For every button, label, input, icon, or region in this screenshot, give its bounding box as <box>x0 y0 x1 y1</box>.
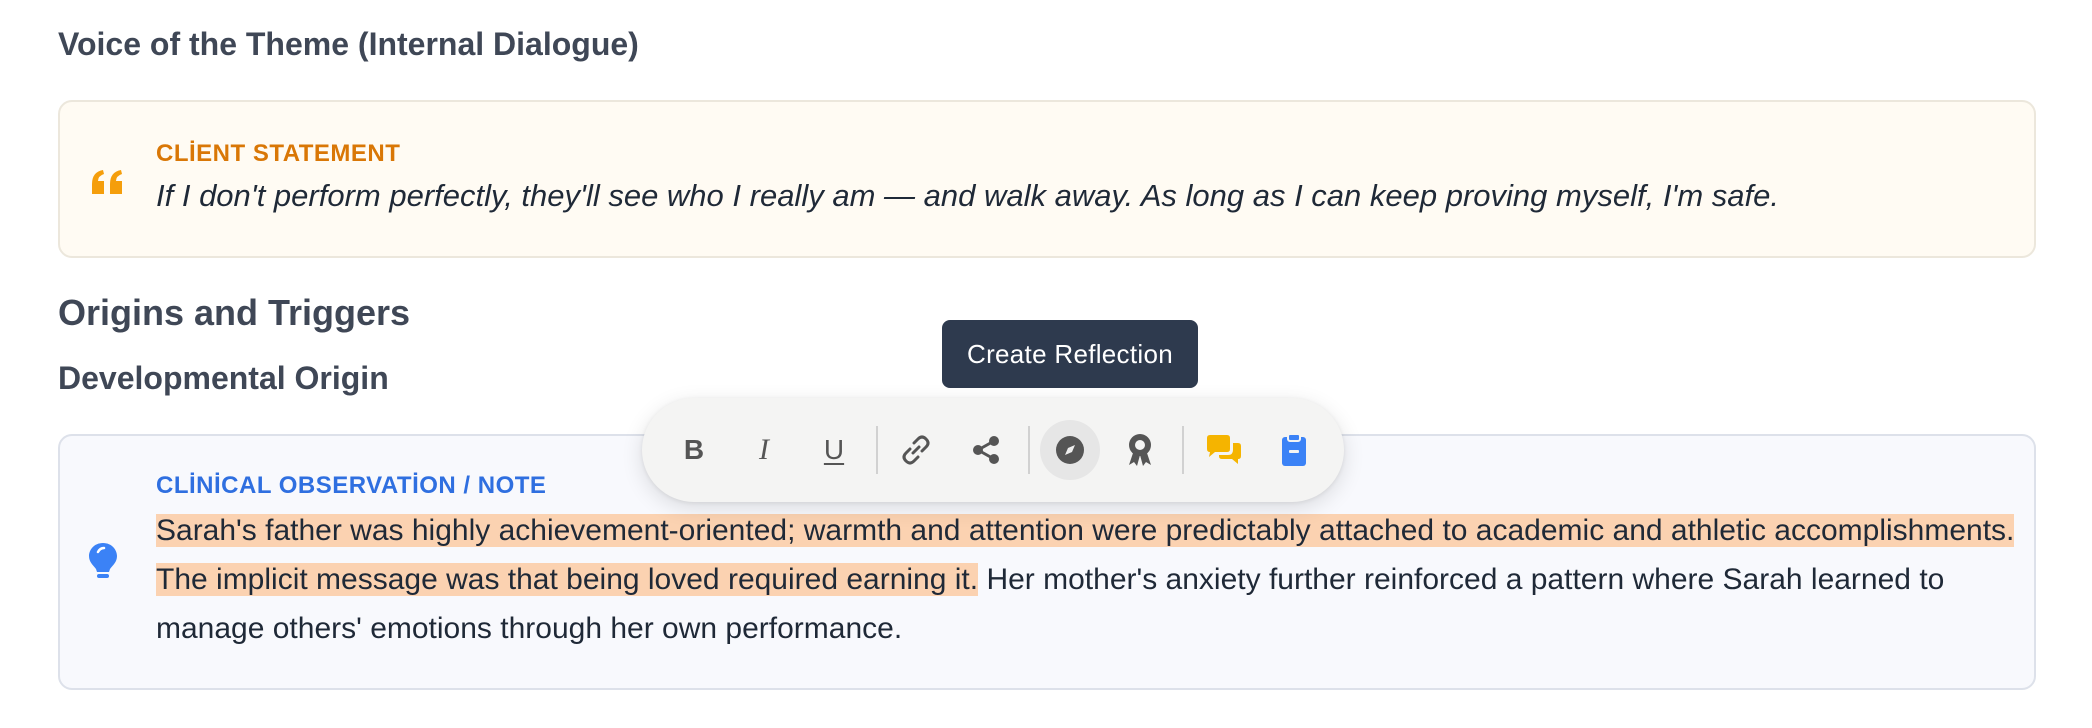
client-statement-quote: If I don't perform perfectly, they'll se… <box>156 178 1779 213</box>
section-title-voice: Voice of the Theme (Internal Dialogue) <box>58 26 639 62</box>
share-button[interactable] <box>956 420 1016 480</box>
toolbar-divider <box>1028 426 1030 474</box>
comments-icon <box>1207 435 1241 464</box>
clinical-note-text[interactable]: Sarah's father was highly achievement-or… <box>156 506 2026 653</box>
create-reflection-tooltip: Create Reflection <box>942 320 1198 388</box>
toolbar-divider <box>1182 426 1184 474</box>
clipboard-icon <box>1282 433 1306 466</box>
floating-format-toolbar: B I U <box>642 398 1344 502</box>
italic-icon: I <box>759 433 769 466</box>
comments-button[interactable] <box>1194 420 1254 480</box>
link-icon <box>902 435 930 465</box>
award-icon <box>1129 434 1151 466</box>
share-icon <box>973 436 999 464</box>
award-button[interactable] <box>1110 420 1170 480</box>
clinical-note-label: CLİNİCAL OBSERVATİON / NOTE <box>156 472 547 499</box>
compass-icon <box>1056 436 1084 464</box>
bold-icon: B <box>683 434 705 465</box>
bold-button[interactable]: B <box>664 420 724 480</box>
underline-icon: U <box>823 434 845 465</box>
clipboard-button[interactable] <box>1264 420 1324 480</box>
lightbulb-icon <box>88 542 118 587</box>
client-statement-callout: CLİENT STATEMENT If I don't perform perf… <box>58 100 2036 258</box>
toolbar-divider <box>876 426 878 474</box>
create-reflection-button[interactable] <box>1040 420 1100 480</box>
italic-button[interactable]: I <box>734 420 794 480</box>
section-title-developmental-origin: Developmental Origin <box>58 360 389 396</box>
link-button[interactable] <box>886 420 946 480</box>
section-title-origins: Origins and Triggers <box>58 292 411 333</box>
client-statement-label: CLİENT STATEMENT <box>156 140 401 167</box>
underline-button[interactable]: U <box>804 420 864 480</box>
quote-icon <box>90 168 126 203</box>
